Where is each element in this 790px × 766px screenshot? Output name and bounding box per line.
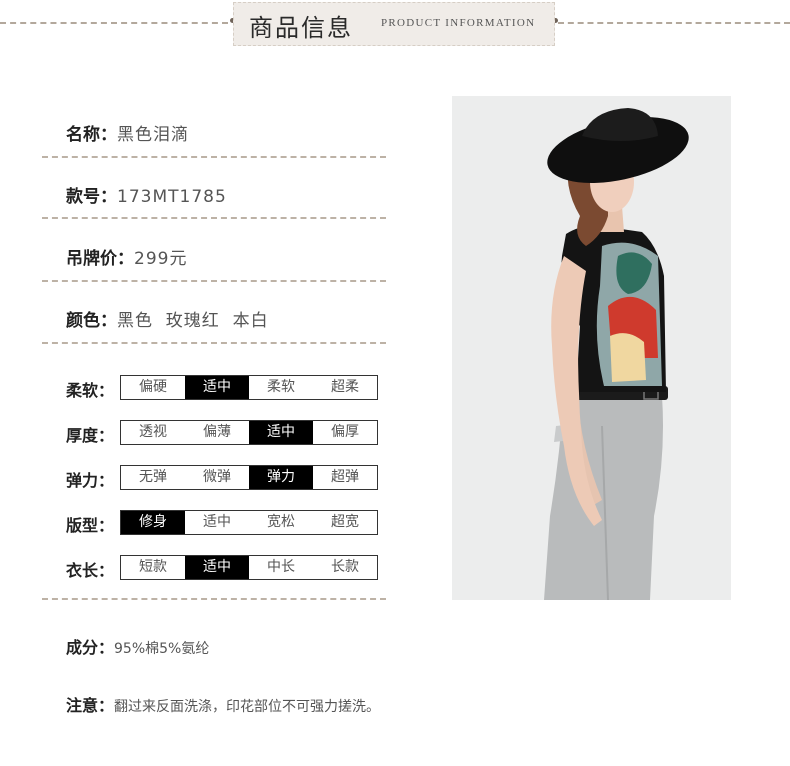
info-name-row: 名称：黑色泪滴	[66, 120, 189, 145]
softness-label: 柔软：	[66, 381, 115, 400]
divider	[42, 156, 386, 158]
fit-option: 修身	[121, 511, 185, 534]
composition-label: 成分：	[66, 638, 115, 657]
divider	[42, 217, 386, 219]
thickness-option: 偏薄	[203, 424, 231, 440]
info-price-label: 吊牌价：	[66, 249, 134, 269]
fit-scale: 修身 适中 宽松 超宽	[120, 510, 378, 535]
length-option: 适中	[185, 556, 249, 579]
length-label: 衣长：	[66, 561, 115, 580]
product-photo	[452, 96, 731, 600]
thickness-option: 透视	[139, 424, 167, 440]
softness-option: 柔软	[267, 379, 295, 395]
info-color-value: 黑色 玫瑰红 本白	[117, 311, 269, 331]
notice-value: 翻过来反面洗涤，印花部位不可强力搓洗。	[114, 699, 381, 715]
info-style-row: 款号：173MT1785	[66, 182, 227, 207]
notice-label: 注意：	[66, 696, 115, 715]
section-subtitle: PRODUCT INFORMATION	[381, 17, 536, 29]
section-title: 商品信息	[249, 14, 353, 42]
fit-option: 超宽	[331, 514, 359, 530]
fit-option: 适中	[203, 514, 231, 530]
thickness-option: 适中	[249, 421, 313, 444]
thickness-option: 偏厚	[331, 424, 359, 440]
elasticity-option: 超弹	[331, 469, 359, 485]
softness-option: 偏硬	[139, 379, 167, 395]
info-style-value: 173MT1785	[117, 187, 227, 207]
fit-option: 宽松	[267, 514, 295, 530]
thickness-scale: 透视 偏薄 适中 偏厚	[120, 420, 378, 445]
header-rule-right	[558, 22, 790, 24]
softness-scale: 偏硬 适中 柔软 超柔	[120, 375, 378, 400]
softness-option: 超柔	[331, 379, 359, 395]
info-price-value: 299元	[134, 249, 188, 269]
elasticity-label: 弹力：	[66, 471, 115, 490]
elasticity-option: 微弹	[203, 469, 231, 485]
divider	[42, 280, 386, 282]
composition-row: 成分：95%棉5%氨纶	[66, 634, 209, 658]
composition-value: 95%棉5%氨纶	[114, 641, 210, 657]
info-color-label: 颜色：	[66, 311, 117, 331]
length-option: 长款	[331, 559, 359, 575]
thickness-label: 厚度：	[66, 426, 115, 445]
info-color-row: 颜色：黑色 玫瑰红 本白	[66, 306, 269, 331]
length-option: 短款	[139, 559, 167, 575]
elasticity-option: 弹力	[249, 466, 313, 489]
header-rule-left	[0, 22, 228, 24]
divider	[42, 598, 386, 600]
divider	[42, 342, 386, 344]
length-scale: 短款 适中 中长 长款	[120, 555, 378, 580]
model-illustration	[452, 96, 731, 600]
info-name-label: 名称：	[66, 125, 117, 145]
info-style-label: 款号：	[66, 187, 117, 207]
info-name-value: 黑色泪滴	[117, 125, 189, 145]
fit-label: 版型：	[66, 516, 115, 535]
length-option: 中长	[267, 559, 295, 575]
info-price-row: 吊牌价：299元	[66, 244, 187, 269]
softness-option: 适中	[185, 376, 249, 399]
notice-row: 注意：翻过来反面洗涤，印花部位不可强力搓洗。	[66, 692, 380, 716]
elasticity-scale: 无弹 微弹 弹力 超弹	[120, 465, 378, 490]
elasticity-option: 无弹	[139, 469, 167, 485]
